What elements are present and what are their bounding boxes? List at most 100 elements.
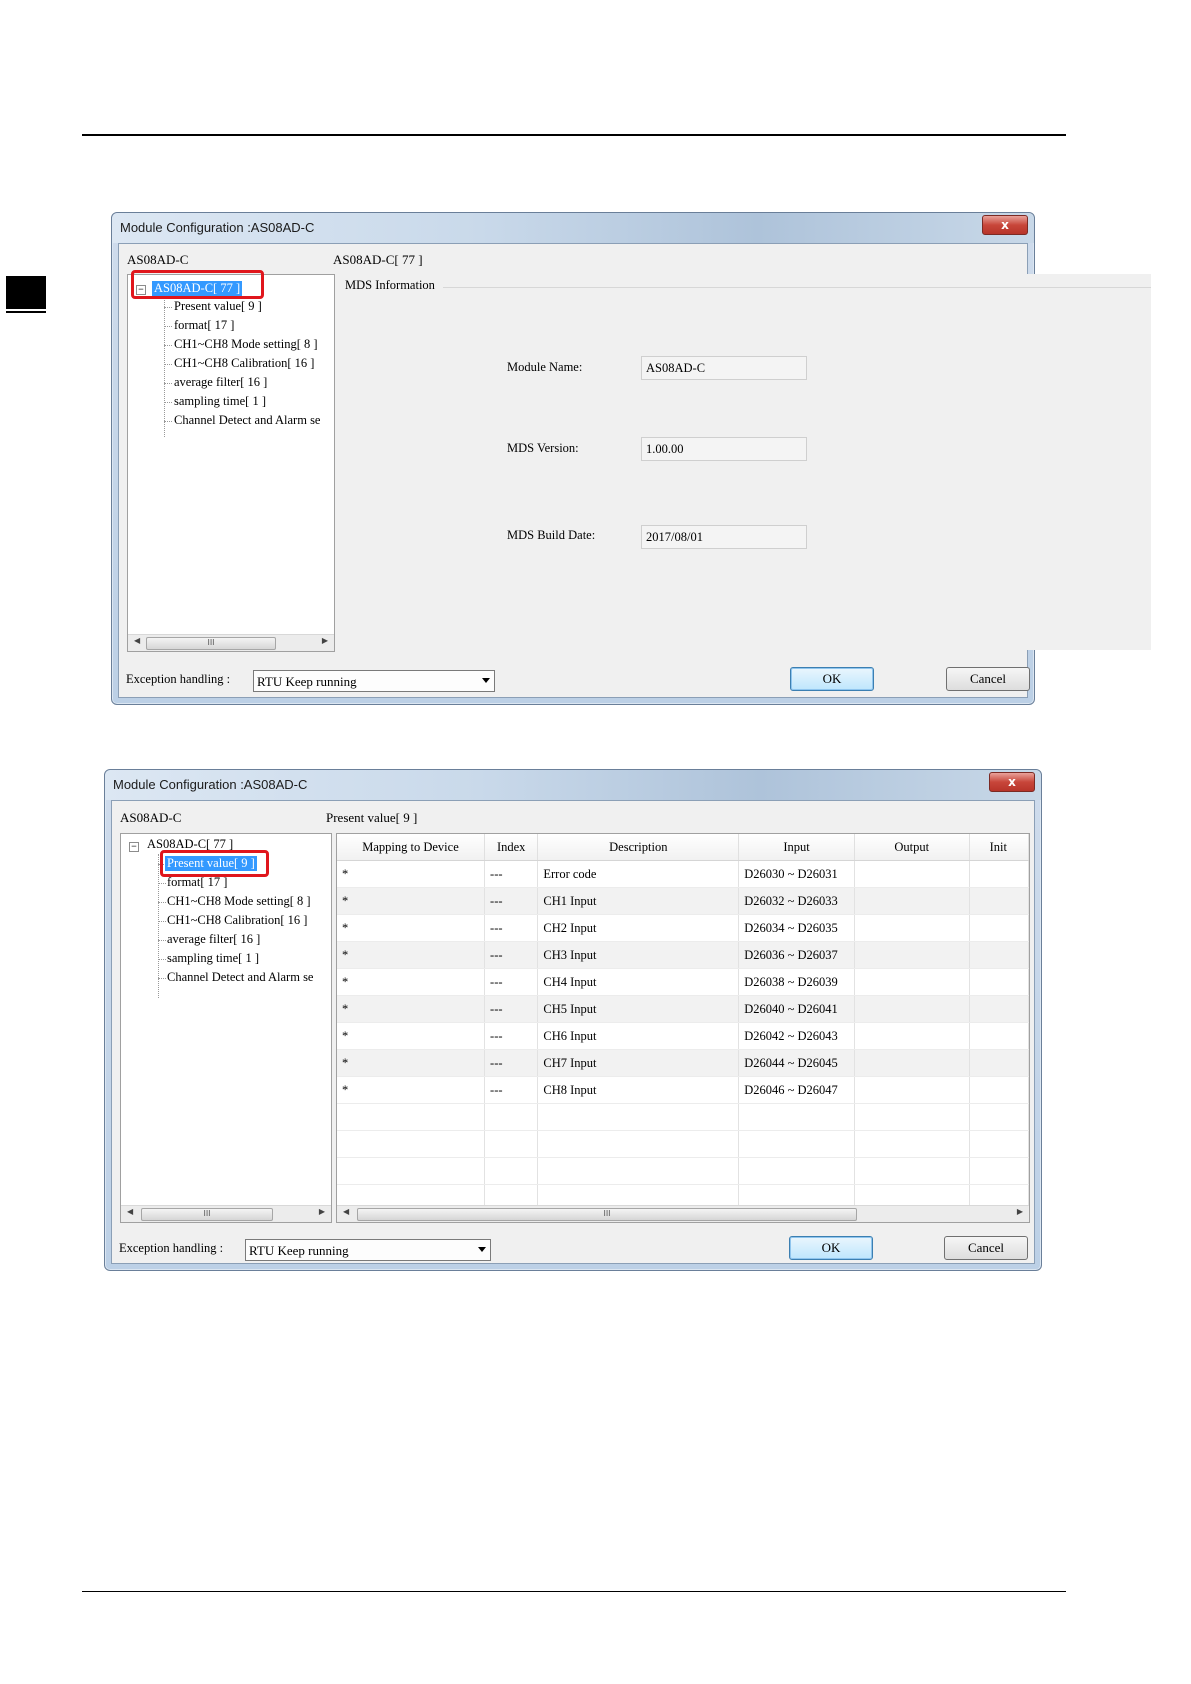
mapping-cell[interactable]: *	[337, 914, 486, 942]
tree-branch	[164, 402, 172, 403]
input-cell: D26040 ~ D26041	[738, 995, 855, 1023]
init-cell	[969, 941, 1029, 969]
mds-build-date-field: 2017/08/01	[641, 525, 807, 549]
table-row[interactable]: * --- CH2 Input D26034 ~ D26035	[337, 914, 1029, 942]
table-horizontal-scrollbar[interactable]: ◀ III ▶	[337, 1205, 1029, 1222]
tree-item-channel-detect[interactable]: Channel Detect and Alarm se	[174, 413, 320, 428]
mapping-cell[interactable]: *	[337, 968, 486, 996]
window-title: Module Configuration :AS08AD-C	[113, 777, 308, 792]
init-cell	[969, 995, 1029, 1023]
table-row[interactable]: * --- CH1 Input D26032 ~ D26033	[337, 887, 1029, 915]
column-header-init[interactable]: Init	[969, 834, 1029, 861]
page-top-rule	[82, 134, 1066, 136]
init-cell	[969, 968, 1029, 996]
module-name-field: AS08AD-C	[641, 356, 807, 380]
tree-item-mode-setting[interactable]: CH1~CH8 Mode setting[ 8 ]	[167, 894, 311, 909]
init-cell	[969, 887, 1029, 915]
output-cell	[854, 941, 970, 969]
scroll-thumb[interactable]: III	[146, 637, 276, 650]
table-row[interactable]: * --- CH8 Input D26046 ~ D26047	[337, 1076, 1029, 1104]
tree-item-present-value[interactable]: Present value[ 9 ]	[174, 299, 262, 314]
column-header-description[interactable]: Description	[537, 834, 740, 861]
mapping-cell[interactable]: *	[337, 1049, 486, 1077]
cancel-button[interactable]: Cancel	[944, 1236, 1028, 1260]
description-cell: CH2 Input	[537, 914, 740, 942]
tree-item-sampling-time[interactable]: sampling time[ 1 ]	[174, 394, 266, 409]
column-header-input[interactable]: Input	[738, 834, 855, 861]
index-cell: ---	[484, 995, 539, 1023]
tree-item-format[interactable]: format[ 17 ]	[167, 875, 227, 890]
scroll-left-icon[interactable]: ◀	[134, 636, 140, 645]
tree-branch	[158, 959, 166, 960]
scroll-right-icon[interactable]: ▶	[322, 636, 328, 645]
init-cell	[969, 1076, 1029, 1104]
table-row[interactable]: * --- CH4 Input D26038 ~ D26039	[337, 968, 1029, 996]
input-cell: D26032 ~ D26033	[738, 887, 855, 915]
tree-horizontal-scrollbar[interactable]: ◀ III ▶	[128, 634, 334, 651]
mds-info-panel: MDS Information Module Name: AS08AD-C MD…	[341, 274, 1151, 650]
column-header-output[interactable]: Output	[854, 834, 970, 861]
mapping-cell[interactable]: *	[337, 941, 486, 969]
ok-button[interactable]: OK	[789, 1236, 873, 1260]
output-cell	[854, 1049, 970, 1077]
mapping-cell[interactable]: *	[337, 1076, 486, 1104]
table-row[interactable]: * --- CH3 Input D26036 ~ D26037	[337, 941, 1029, 969]
index-cell: ---	[484, 860, 539, 888]
mapping-cell[interactable]: *	[337, 887, 486, 915]
table-row[interactable]: * --- CH7 Input D26044 ~ D26045	[337, 1049, 1029, 1077]
tree-item-mode-setting[interactable]: CH1~CH8 Mode setting[ 8 ]	[174, 337, 318, 352]
ok-button[interactable]: OK	[790, 667, 874, 691]
table-row[interactable]: * --- CH6 Input D26042 ~ D26043	[337, 1022, 1029, 1050]
exception-handling-label: Exception handling :	[126, 672, 231, 686]
mds-version-field: 1.00.00	[641, 437, 807, 461]
group-divider	[443, 287, 1151, 288]
chevron-down-icon	[478, 1247, 486, 1252]
tree-item-sampling-time[interactable]: sampling time[ 1 ]	[167, 951, 259, 966]
dialog-client-area: AS08AD-C AS08AD-C[ 77 ] − AS08AD-C[ 77 ]…	[118, 243, 1151, 698]
module-tree[interactable]: − AS08AD-C[ 77 ] Present value[ 9 ] form…	[127, 274, 335, 652]
tree-branch	[164, 421, 172, 422]
empty-row	[337, 1103, 1029, 1131]
close-button[interactable]: x	[982, 215, 1028, 235]
tree-item-calibration[interactable]: CH1~CH8 Calibration[ 16 ]	[174, 356, 314, 371]
mds-version-label: MDS Version:	[507, 441, 579, 455]
output-cell	[854, 887, 970, 915]
scroll-left-icon[interactable]: ◀	[343, 1207, 349, 1216]
tree-item-calibration[interactable]: CH1~CH8 Calibration[ 16 ]	[167, 913, 307, 928]
column-header-mapping[interactable]: Mapping to Device	[337, 834, 486, 861]
highlight-box-present-value	[160, 850, 269, 877]
cancel-button[interactable]: Cancel	[946, 667, 1030, 691]
description-cell: CH6 Input	[537, 1022, 740, 1050]
index-cell: ---	[484, 1022, 539, 1050]
init-cell	[969, 860, 1029, 888]
empty-row	[337, 1130, 1029, 1158]
table-row[interactable]: * --- Error code D26030 ~ D26031	[337, 860, 1029, 888]
module-tree[interactable]: − AS08AD-C[ 77 ] Present value[ 9 ] form…	[120, 833, 332, 1223]
collapse-icon[interactable]: −	[129, 842, 139, 852]
scroll-left-icon[interactable]: ◀	[127, 1207, 133, 1216]
tree-item-average-filter[interactable]: average filter[ 16 ]	[167, 932, 260, 947]
mapping-cell[interactable]: *	[337, 860, 486, 888]
input-cell: D26036 ~ D26037	[738, 941, 855, 969]
scroll-thumb[interactable]: III	[141, 1208, 273, 1221]
exception-handling-select[interactable]: RTU Keep running	[245, 1239, 491, 1261]
scroll-right-icon[interactable]: ▶	[319, 1207, 325, 1216]
scroll-right-icon[interactable]: ▶	[1017, 1207, 1023, 1216]
exception-handling-select[interactable]: RTU Keep running	[253, 670, 495, 692]
mapping-cell[interactable]: *	[337, 1022, 486, 1050]
tree-branch	[158, 940, 166, 941]
tree-item-channel-detect[interactable]: Channel Detect and Alarm se	[167, 970, 313, 985]
column-header-index[interactable]: Index	[484, 834, 539, 861]
title-bar: Module Configuration :AS08AD-C x	[112, 213, 1034, 243]
mapping-cell[interactable]: *	[337, 995, 486, 1023]
tree-item-format[interactable]: format[ 17 ]	[174, 318, 234, 333]
description-cell: CH7 Input	[537, 1049, 740, 1077]
input-cell: D26038 ~ D26039	[738, 968, 855, 996]
scroll-thumb[interactable]: III	[357, 1208, 857, 1221]
table-row[interactable]: * --- CH5 Input D26040 ~ D26041	[337, 995, 1029, 1023]
page-bottom-rule	[82, 1591, 1066, 1592]
close-button[interactable]: x	[989, 772, 1035, 792]
tree-horizontal-scrollbar[interactable]: ◀ III ▶	[121, 1205, 331, 1222]
tree-item-average-filter[interactable]: average filter[ 16 ]	[174, 375, 267, 390]
present-value-table[interactable]: Mapping to Device Index Description Inpu…	[336, 833, 1030, 1223]
